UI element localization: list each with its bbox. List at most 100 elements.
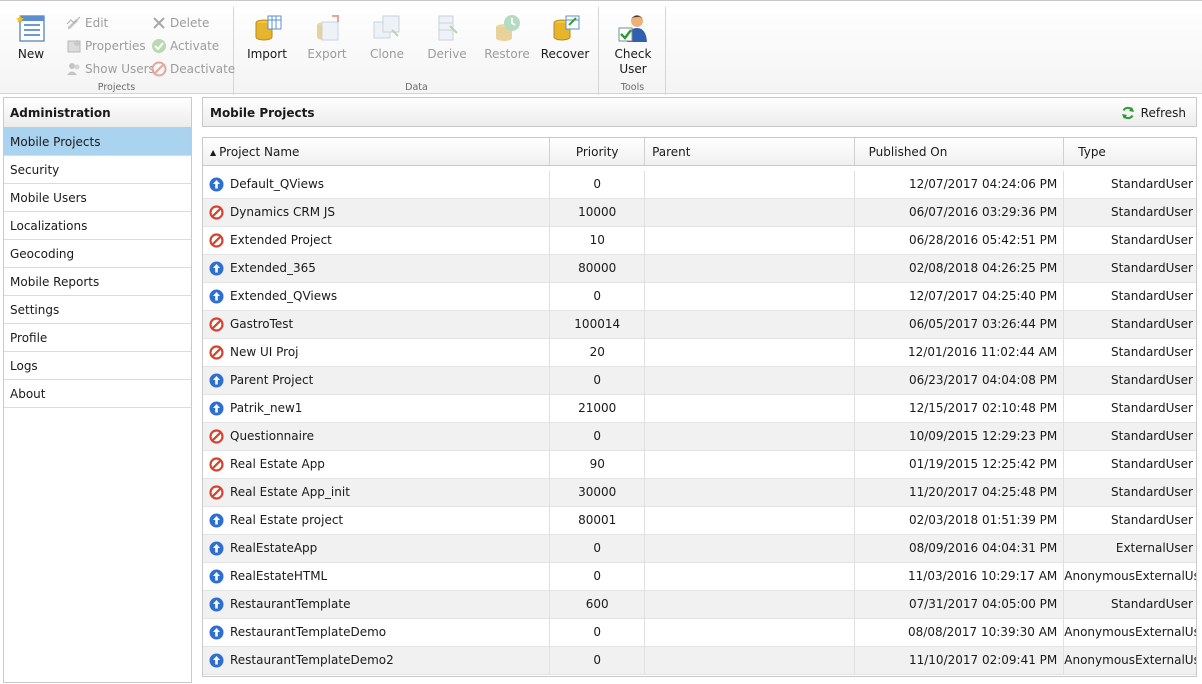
sidebar-item-mobile-reports[interactable]: Mobile Reports bbox=[4, 268, 191, 296]
cell-priority: 0 bbox=[550, 367, 646, 394]
properties-button[interactable]: Properties bbox=[66, 36, 146, 56]
table-row[interactable]: Real Estate project 80001 02/03/2018 01:51… bbox=[203, 507, 1196, 535]
group-label-tools: Tools bbox=[620, 82, 645, 93]
col-header-priority[interactable]: Priority bbox=[550, 138, 646, 165]
col-header-project-name[interactable]: ▲ Project Name bbox=[203, 138, 551, 165]
table-row[interactable]: Questionnaire 0 10/09/2015 12:29:23 PM Stan… bbox=[203, 423, 1196, 451]
project-name-text: Parent Project bbox=[230, 373, 314, 387]
new-button[interactable]: New bbox=[3, 13, 59, 77]
cell-published-on: 11/03/2016 10:29:17 AM bbox=[855, 563, 1065, 590]
cell-project-name: Extended Project bbox=[203, 227, 551, 254]
table-row[interactable]: Real Estate App_init 30000 11/20/2017 04:2… bbox=[203, 479, 1196, 507]
cell-parent bbox=[645, 199, 855, 226]
cell-type: StandardUser bbox=[1111, 597, 1193, 611]
table-row[interactable]: RealEstateApp 0 08/09/2016 04:04:31 PM Exte… bbox=[203, 535, 1196, 563]
cell-published-on: 10/09/2015 12:29:23 PM bbox=[855, 423, 1065, 450]
cell-priority: 0 bbox=[550, 619, 646, 646]
table-row[interactable]: Real Estate App 90 01/19/2015 12:25:42 PM S… bbox=[203, 451, 1196, 479]
show-users-button[interactable]: Show Users bbox=[66, 59, 155, 79]
refresh-icon bbox=[1121, 106, 1134, 120]
export-button[interactable]: Export bbox=[299, 13, 355, 77]
refresh-label: Refresh bbox=[1140, 106, 1186, 120]
delete-button[interactable]: Delete bbox=[151, 13, 209, 33]
cell-parent bbox=[645, 535, 855, 562]
cell-project-name: New UI Proj bbox=[203, 339, 551, 366]
project-name-text: RestaurantTemplateDemo bbox=[230, 625, 387, 639]
project-name-text: Patrik_new1 bbox=[230, 401, 303, 415]
table-row[interactable]: RestaurantTemplateDemo 0 08/08/2017 10:39:… bbox=[203, 619, 1196, 647]
table-row[interactable]: RestaurantTemplate 600 07/31/2017 04:05:00… bbox=[203, 591, 1196, 619]
refresh-button[interactable]: Refresh bbox=[1121, 105, 1186, 121]
sidebar-item-settings[interactable]: Settings bbox=[4, 296, 191, 324]
table-row[interactable]: Extended Project 10 06/28/2016 05:42:51 PM… bbox=[203, 227, 1196, 255]
col-header-type[interactable]: Type bbox=[1064, 138, 1196, 165]
deactivate-button[interactable]: Deactivate bbox=[151, 59, 235, 79]
export-icon bbox=[317, 15, 339, 41]
cell-parent bbox=[645, 395, 855, 422]
cell-parent bbox=[645, 423, 855, 450]
cell-published-on: 02/03/2018 01:51:39 PM bbox=[855, 507, 1065, 534]
sort-ascending-icon: ▲ bbox=[210, 148, 217, 157]
cell-project-name: Dynamics CRM JS bbox=[203, 199, 551, 226]
sidebar-item-localizations[interactable]: Localizations bbox=[4, 212, 191, 240]
table-row[interactable]: Parent Project 0 06/23/2017 04:04:08 PM Sta… bbox=[203, 367, 1196, 395]
table-row[interactable]: Default_QViews 0 12/07/2017 04:24:06 PM Sta… bbox=[203, 171, 1196, 199]
derive-button[interactable]: Derive bbox=[419, 13, 475, 77]
cell-type: StandardUser bbox=[1111, 401, 1193, 415]
col-header-published-on[interactable]: Published On bbox=[855, 138, 1065, 165]
edit-button[interactable]: Edit bbox=[66, 13, 108, 33]
sidebar-item-mobile-users[interactable]: Mobile Users bbox=[4, 184, 191, 212]
sidebar-item-logs[interactable]: Logs bbox=[4, 352, 191, 380]
recover-label: Recover bbox=[540, 47, 590, 61]
activate-button[interactable]: Activate bbox=[151, 36, 219, 56]
ribbon-toolbar: New Edit Properties Show Users Delete Ac… bbox=[0, 0, 1202, 95]
table-row[interactable]: Dynamics CRM JS 10000 06/07/2016 03:29:36 … bbox=[203, 199, 1196, 227]
cell-project-name: Real Estate App_init bbox=[203, 479, 551, 506]
import-button[interactable]: Import bbox=[239, 13, 295, 77]
cell-type: StandardUser bbox=[1111, 205, 1193, 219]
sidebar-item-profile[interactable]: Profile bbox=[4, 324, 191, 352]
cell-project-name: Real Estate project bbox=[203, 507, 551, 534]
sidebar-list: Mobile Projects Security Mobile Users Local… bbox=[4, 128, 191, 408]
table-row[interactable]: Extended_365 80000 02/08/2018 04:26:25 PM S… bbox=[203, 255, 1196, 283]
export-label: Export bbox=[307, 47, 347, 61]
table-row[interactable]: Patrik_new1 21000 12/15/2017 02:10:48 PM St… bbox=[203, 395, 1196, 423]
cell-parent bbox=[645, 339, 855, 366]
cell-published-on: 12/01/2016 11:02:44 AM bbox=[855, 339, 1065, 366]
cell-parent bbox=[645, 479, 855, 506]
cell-parent bbox=[645, 171, 855, 198]
blocked-icon bbox=[209, 345, 224, 360]
cell-type: StandardUser bbox=[1111, 345, 1193, 359]
table-row[interactable]: New UI Proj 20 12/01/2016 11:02:44 AM Stand… bbox=[203, 339, 1196, 367]
restore-button[interactable]: Restore bbox=[479, 13, 535, 77]
cell-published-on: 11/10/2017 02:09:41 PM bbox=[855, 647, 1065, 674]
recover-button[interactable]: Recover bbox=[537, 13, 593, 77]
cell-parent bbox=[645, 563, 855, 590]
project-name-text: Real Estate App_init bbox=[230, 485, 350, 499]
ribbon-group-tools: Check User Tools bbox=[600, 7, 666, 95]
sidebar-item-mobile-projects[interactable]: Mobile Projects bbox=[4, 128, 191, 156]
cell-priority: 90 bbox=[550, 451, 646, 478]
col-header-parent[interactable]: Parent bbox=[645, 138, 855, 165]
cell-project-name: Patrik_new1 bbox=[203, 395, 551, 422]
users-icon bbox=[67, 63, 80, 75]
sidebar-item-about[interactable]: About bbox=[4, 380, 191, 408]
sidebar-item-security[interactable]: Security bbox=[4, 156, 191, 184]
table-row[interactable]: GastroTest 100014 06/05/2017 03:26:44 PM St… bbox=[203, 311, 1196, 339]
cell-priority: 100014 bbox=[550, 311, 646, 338]
sidebar-item-geocoding[interactable]: Geocoding bbox=[4, 240, 191, 268]
cell-published-on: 11/20/2017 04:25:48 PM bbox=[855, 479, 1065, 506]
cell-priority: 80000 bbox=[550, 255, 646, 282]
clone-button[interactable]: Clone bbox=[359, 13, 415, 77]
blocked-icon bbox=[209, 205, 224, 220]
new-project-icon bbox=[16, 15, 45, 42]
deactivate-label: Deactivate bbox=[170, 62, 236, 76]
check-user-button[interactable]: Check User bbox=[605, 13, 661, 77]
cell-type: StandardUser bbox=[1111, 317, 1193, 331]
table-row[interactable]: RestaurantTemplateDemo2 0 11/10/2017 02:09… bbox=[203, 647, 1196, 675]
table-row[interactable]: RealEstateHTML 0 11/03/2016 10:29:17 AM Ano… bbox=[203, 563, 1196, 591]
published-icon bbox=[209, 373, 224, 388]
cell-type: StandardUser bbox=[1111, 261, 1193, 275]
cell-type: StandardUser bbox=[1111, 429, 1193, 443]
table-row[interactable]: Extended_QViews 0 12/07/2017 04:25:40 PM St… bbox=[203, 283, 1196, 311]
